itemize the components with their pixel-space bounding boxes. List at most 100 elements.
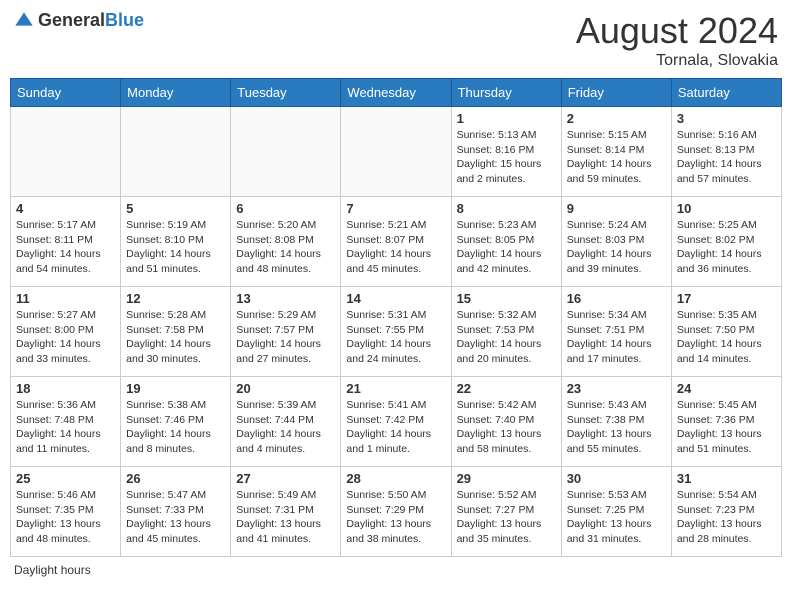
title-block: August 2024 Tornala, Slovakia [576,10,778,70]
day-info: Sunrise: 5:38 AMSunset: 7:46 PMDaylight:… [126,398,225,457]
logo-icon [14,11,34,31]
day-number: 29 [457,471,556,486]
day-info: Sunrise: 5:29 AMSunset: 7:57 PMDaylight:… [236,308,335,367]
calendar-day-header: Monday [121,79,231,107]
day-info: Sunrise: 5:52 AMSunset: 7:27 PMDaylight:… [457,488,556,547]
calendar-day-cell: 10 Sunrise: 5:25 AMSunset: 8:02 PMDayligh… [671,197,781,287]
day-number: 15 [457,291,556,306]
day-number: 31 [677,471,776,486]
calendar-day-cell [11,107,121,197]
day-number: 7 [346,201,445,216]
day-info: Sunrise: 5:50 AMSunset: 7:29 PMDaylight:… [346,488,445,547]
day-number: 25 [16,471,115,486]
calendar-day-cell: 11 Sunrise: 5:27 AMSunset: 8:00 PMDayligh… [11,287,121,377]
day-number: 11 [16,291,115,306]
footer-note: Daylight hours [10,563,782,577]
day-number: 6 [236,201,335,216]
day-info: Sunrise: 5:43 AMSunset: 7:38 PMDaylight:… [567,398,666,457]
day-number: 22 [457,381,556,396]
calendar-day-cell: 12 Sunrise: 5:28 AMSunset: 7:58 PMDayligh… [121,287,231,377]
day-number: 12 [126,291,225,306]
day-number: 30 [567,471,666,486]
day-info: Sunrise: 5:49 AMSunset: 7:31 PMDaylight:… [236,488,335,547]
calendar-day-cell: 13Sunrise: 5:29 AMSunset: 7:57 PMDayligh… [231,287,341,377]
day-number: 16 [567,291,666,306]
day-number: 3 [677,111,776,126]
calendar-day-cell: 16Sunrise: 5:34 AMSunset: 7:51 PMDayligh… [561,287,671,377]
calendar-day-cell: 20 Sunrise: 5:39 AMSunset: 7:44 PMDayligh… [231,377,341,467]
day-info: Sunrise: 5:32 AMSunset: 7:53 PMDaylight:… [457,308,556,367]
day-number: 4 [16,201,115,216]
day-info: Sunrise: 5:47 AMSunset: 7:33 PMDaylight:… [126,488,225,547]
day-number: 9 [567,201,666,216]
calendar-day-cell: 19 Sunrise: 5:38 AMSunset: 7:46 PMDayligh… [121,377,231,467]
day-info: Sunrise: 5:20 AMSunset: 8:08 PMDaylight:… [236,218,335,277]
calendar-day-cell: 29 Sunrise: 5:52 AMSunset: 7:27 PMDayligh… [451,467,561,557]
day-number: 21 [346,381,445,396]
calendar-day-cell: 9 Sunrise: 5:24 AMSunset: 8:03 PMDaylight… [561,197,671,287]
day-info: Sunrise: 5:21 AMSunset: 8:07 PMDaylight:… [346,218,445,277]
day-info: Sunrise: 5:42 AMSunset: 7:40 PMDaylight:… [457,398,556,457]
calendar-week-row: 4Sunrise: 5:17 AMSunset: 8:11 PMDaylight… [11,197,782,287]
day-number: 19 [126,381,225,396]
calendar-day-cell [341,107,451,197]
calendar-day-cell: 1 Sunrise: 5:13 AMSunset: 8:16 PMDaylight… [451,107,561,197]
page-header: GeneralBlue August 2024 Tornala, Slovaki… [10,10,782,70]
calendar-day-header: Thursday [451,79,561,107]
calendar-week-row: 1 Sunrise: 5:13 AMSunset: 8:16 PMDaylight… [11,107,782,197]
calendar-day-header: Friday [561,79,671,107]
calendar-day-cell: 26Sunrise: 5:47 AMSunset: 7:33 PMDayligh… [121,467,231,557]
calendar-table: SundayMondayTuesdayWednesdayThursdayFrid… [10,78,782,557]
day-info: Sunrise: 5:27 AMSunset: 8:00 PMDaylight:… [16,308,115,367]
day-number: 17 [677,291,776,306]
logo-blue: Blue [105,10,144,30]
calendar-day-cell: 5Sunrise: 5:19 AMSunset: 8:10 PMDaylight… [121,197,231,287]
day-number: 27 [236,471,335,486]
day-info: Sunrise: 5:16 AMSunset: 8:13 PMDaylight:… [677,128,776,187]
day-info: Sunrise: 5:39 AMSunset: 7:44 PMDaylight:… [236,398,335,457]
day-number: 1 [457,111,556,126]
calendar-week-row: 11 Sunrise: 5:27 AMSunset: 8:00 PMDayligh… [11,287,782,377]
day-info: Sunrise: 5:35 AMSunset: 7:50 PMDaylight:… [677,308,776,367]
calendar-day-header: Tuesday [231,79,341,107]
day-number: 2 [567,111,666,126]
calendar-day-cell: 18 Sunrise: 5:36 AMSunset: 7:48 PMDayligh… [11,377,121,467]
day-info: Sunrise: 5:23 AMSunset: 8:05 PMDaylight:… [457,218,556,277]
day-number: 5 [126,201,225,216]
logo-general: General [38,10,105,30]
day-number: 18 [16,381,115,396]
day-info: Sunrise: 5:54 AMSunset: 7:23 PMDaylight:… [677,488,776,547]
calendar-day-cell: 6 Sunrise: 5:20 AMSunset: 8:08 PMDaylight… [231,197,341,287]
day-info: Sunrise: 5:13 AMSunset: 8:16 PMDaylight:… [457,128,556,187]
calendar-day-header: Saturday [671,79,781,107]
day-info: Sunrise: 5:36 AMSunset: 7:48 PMDaylight:… [16,398,115,457]
day-number: 24 [677,381,776,396]
calendar-day-header: Wednesday [341,79,451,107]
calendar-week-row: 18 Sunrise: 5:36 AMSunset: 7:48 PMDayligh… [11,377,782,467]
day-number: 28 [346,471,445,486]
day-number: 14 [346,291,445,306]
day-number: 20 [236,381,335,396]
calendar-day-cell: 14 Sunrise: 5:31 AMSunset: 7:55 PMDayligh… [341,287,451,377]
day-number: 10 [677,201,776,216]
calendar-day-cell: 3 Sunrise: 5:16 AMSunset: 8:13 PMDaylight… [671,107,781,197]
calendar-day-header: Sunday [11,79,121,107]
day-info: Sunrise: 5:41 AMSunset: 7:42 PMDaylight:… [346,398,445,457]
day-info: Sunrise: 5:15 AMSunset: 8:14 PMDaylight:… [567,128,666,187]
calendar-day-cell: 22 Sunrise: 5:42 AMSunset: 7:40 PMDayligh… [451,377,561,467]
day-info: Sunrise: 5:25 AMSunset: 8:02 PMDaylight:… [677,218,776,277]
calendar-day-cell: 21 Sunrise: 5:41 AMSunset: 7:42 PMDayligh… [341,377,451,467]
calendar-day-cell: 2 Sunrise: 5:15 AMSunset: 8:14 PMDaylight… [561,107,671,197]
day-info: Sunrise: 5:31 AMSunset: 7:55 PMDaylight:… [346,308,445,367]
calendar-day-cell: 8Sunrise: 5:23 AMSunset: 8:05 PMDaylight… [451,197,561,287]
calendar-day-cell: 4Sunrise: 5:17 AMSunset: 8:11 PMDaylight… [11,197,121,287]
day-info: Sunrise: 5:24 AMSunset: 8:03 PMDaylight:… [567,218,666,277]
calendar-day-cell: 28 Sunrise: 5:50 AMSunset: 7:29 PMDayligh… [341,467,451,557]
day-info: Sunrise: 5:46 AMSunset: 7:35 PMDaylight:… [16,488,115,547]
logo: GeneralBlue [14,10,144,31]
calendar-week-row: 25 Sunrise: 5:46 AMSunset: 7:35 PMDayligh… [11,467,782,557]
calendar-day-cell: 27 Sunrise: 5:49 AMSunset: 7:31 PMDayligh… [231,467,341,557]
calendar-day-cell: 30Sunrise: 5:53 AMSunset: 7:25 PMDayligh… [561,467,671,557]
location: Tornala, Slovakia [576,52,778,70]
day-info: Sunrise: 5:28 AMSunset: 7:58 PMDaylight:… [126,308,225,367]
